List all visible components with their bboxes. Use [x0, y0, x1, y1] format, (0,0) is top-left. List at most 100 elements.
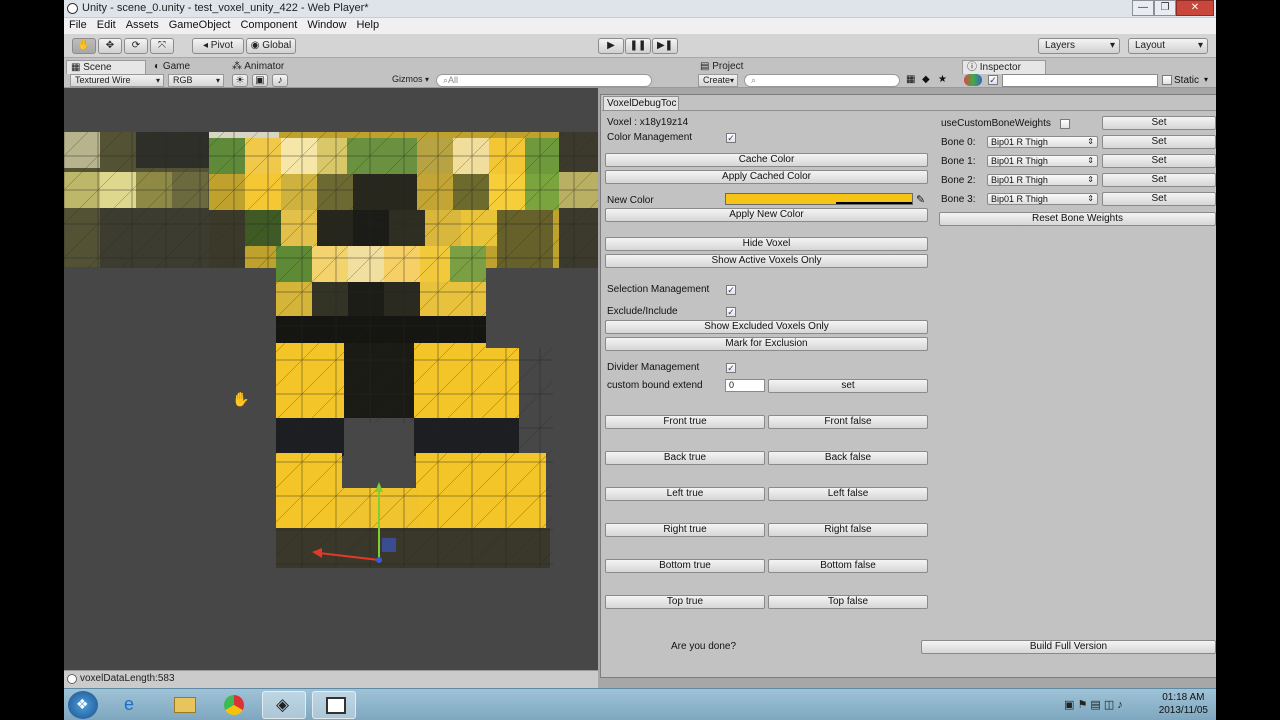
menu-file[interactable]: File — [64, 18, 92, 31]
bone-3-dropdown[interactable]: Bip01 R Thigh — [987, 193, 1098, 205]
chevron-down-icon[interactable]: ▾ — [1204, 75, 1208, 84]
tab-scene[interactable]: ▦ Scene — [66, 60, 146, 74]
tab-animator[interactable]: ⁂ Animator — [228, 60, 308, 74]
selection-management-checkbox[interactable]: ✓ — [726, 285, 736, 295]
bone-set-top-button[interactable]: Set — [1102, 116, 1216, 130]
unity-icon — [67, 3, 78, 14]
play-icon: ▶ — [607, 40, 615, 51]
taskbar-unity[interactable]: ◈ — [262, 691, 306, 719]
menu-gameobject[interactable]: GameObject — [164, 18, 236, 31]
menu-window[interactable]: Window — [302, 18, 351, 31]
tray-icons[interactable]: ▣ ⚑ ▤ ◫ ♪ — [1064, 698, 1123, 711]
minimize-button[interactable]: — — [1132, 0, 1154, 16]
taskbar-chrome[interactable] — [212, 691, 256, 719]
taskbar-ie[interactable]: e — [112, 691, 156, 719]
system-clock[interactable]: 01:18 AM 2013/11/05 — [1159, 691, 1208, 717]
bone-3-value: Bip01 R Thigh — [991, 194, 1048, 204]
bone-1-set-button[interactable]: Set — [1102, 154, 1216, 168]
filter-icon[interactable]: ▦ — [906, 74, 915, 85]
tab-inspector[interactable]: ⓘ Inspector — [962, 60, 1046, 74]
layout-dropdown[interactable]: Layout ▾ — [1128, 38, 1208, 54]
front-true-button[interactable]: Front true — [605, 415, 765, 429]
color-management-checkbox[interactable]: ✓ — [726, 133, 736, 143]
static-checkbox[interactable] — [1162, 75, 1172, 85]
set-bound-button[interactable]: set — [768, 379, 928, 393]
apply-new-color-button[interactable]: Apply New Color — [605, 208, 928, 222]
apply-cached-color-button[interactable]: Apply Cached Color — [605, 170, 928, 184]
start-button[interactable]: ❖ — [68, 691, 98, 719]
bone-1-dropdown[interactable]: Bip01 R Thigh — [987, 155, 1098, 167]
active-checkbox[interactable]: ✓ — [988, 75, 998, 85]
exclude-include-checkbox[interactable]: ✓ — [726, 307, 736, 317]
move-tool-button[interactable]: ✥ — [98, 38, 122, 54]
divider-management-checkbox[interactable]: ✓ — [726, 363, 736, 373]
cache-color-button[interactable]: Cache Color — [605, 153, 928, 167]
back-false-button[interactable]: Back false — [768, 451, 928, 465]
maximize-button[interactable]: ❐ — [1154, 0, 1176, 16]
tab-game-label: Game — [162, 61, 191, 72]
pause-button[interactable]: ❚❚ — [625, 38, 651, 54]
reset-bone-weights-button[interactable]: Reset Bone Weights — [939, 212, 1216, 226]
custom-bound-input[interactable]: 0 — [725, 379, 765, 392]
create-dropdown[interactable]: Create — [698, 74, 738, 87]
tab-game[interactable]: ◐ Game — [150, 60, 220, 74]
object-name-field[interactable] — [1002, 74, 1158, 87]
back-true-button[interactable]: Back true — [605, 451, 765, 465]
taskbar-explorer[interactable] — [162, 691, 206, 719]
tab-voxel-debug-tool[interactable]: VoxelDebugToc — [603, 96, 679, 110]
top-true-button[interactable]: Top true — [605, 595, 765, 609]
right-false-button[interactable]: Right false — [768, 523, 928, 537]
gizmos-dropdown[interactable]: Gizmos — [388, 74, 432, 87]
bottom-false-button[interactable]: Bottom false — [768, 559, 928, 573]
image-effects-toggle[interactable]: ▣ — [252, 74, 268, 87]
project-search-input[interactable]: ⌕ — [744, 74, 900, 87]
top-false-button[interactable]: Top false — [768, 595, 928, 609]
menu-help[interactable]: Help — [351, 18, 384, 31]
shading-mode-dropdown[interactable]: Textured Wire — [70, 74, 164, 87]
audio-toggle[interactable]: ♪ — [272, 74, 288, 87]
bone-2-set-button[interactable]: Set — [1102, 173, 1216, 187]
bone-0-set-button[interactable]: Set — [1102, 135, 1216, 149]
scene-view[interactable]: ✋ — [64, 88, 598, 670]
star-icon[interactable]: ★ — [938, 74, 947, 85]
bone-2-label: Bone 2: — [941, 175, 976, 186]
show-excluded-voxels-button[interactable]: Show Excluded Voxels Only — [605, 320, 928, 334]
new-color-field[interactable] — [725, 193, 913, 205]
bottom-true-button[interactable]: Bottom true — [605, 559, 765, 573]
pivot-button[interactable]: ◂ Pivot — [192, 38, 244, 54]
menu-edit[interactable]: Edit — [92, 18, 121, 31]
label-icon[interactable]: ◆ — [922, 74, 930, 85]
hand-tool-button[interactable]: ✋ — [72, 38, 96, 54]
build-full-version-button[interactable]: Build Full Version — [921, 640, 1216, 654]
menu-assets[interactable]: Assets — [121, 18, 164, 31]
mark-for-exclusion-button[interactable]: Mark for Exclusion — [605, 337, 928, 351]
step-button[interactable]: ▶❚ — [652, 38, 678, 54]
taskbar-window[interactable] — [312, 691, 356, 719]
right-true-button[interactable]: Right true — [605, 523, 765, 537]
bone-2-dropdown[interactable]: Bip01 R Thigh — [987, 174, 1098, 186]
menu-component[interactable]: Component — [235, 18, 302, 31]
bone-3-set-button[interactable]: Set — [1102, 192, 1216, 206]
left-false-button[interactable]: Left false — [768, 487, 928, 501]
eyedropper-icon[interactable]: ✎ — [916, 193, 925, 206]
show-active-voxels-button[interactable]: Show Active Voxels Only — [605, 254, 928, 268]
render-mode-dropdown[interactable]: RGB — [168, 74, 224, 87]
scene-search-input[interactable]: ⌕All — [436, 74, 652, 87]
bone-0-label: Bone 0: — [941, 137, 976, 148]
scale-icon: ⤧ — [158, 40, 166, 51]
close-button[interactable]: ✕ — [1176, 0, 1214, 16]
use-custom-bone-weights-checkbox[interactable] — [1060, 119, 1070, 129]
front-false-button[interactable]: Front false — [768, 415, 928, 429]
scale-tool-button[interactable]: ⤧ — [150, 38, 174, 54]
lighting-toggle[interactable]: ☀ — [232, 74, 248, 87]
hide-voxel-button[interactable]: Hide Voxel — [605, 237, 928, 251]
tab-project[interactable]: ▤ Project — [696, 60, 756, 74]
rotate-tool-button[interactable]: ⟳ — [124, 38, 148, 54]
bone-0-dropdown[interactable]: Bip01 R Thigh — [987, 136, 1098, 148]
play-button[interactable]: ▶ — [598, 38, 624, 54]
global-button[interactable]: ◉ Global — [246, 38, 296, 54]
divider-management-label: Divider Management — [607, 362, 700, 373]
layers-dropdown[interactable]: Layers ▾ — [1038, 38, 1120, 54]
left-true-button[interactable]: Left true — [605, 487, 765, 501]
static-label: Static — [1174, 75, 1200, 86]
